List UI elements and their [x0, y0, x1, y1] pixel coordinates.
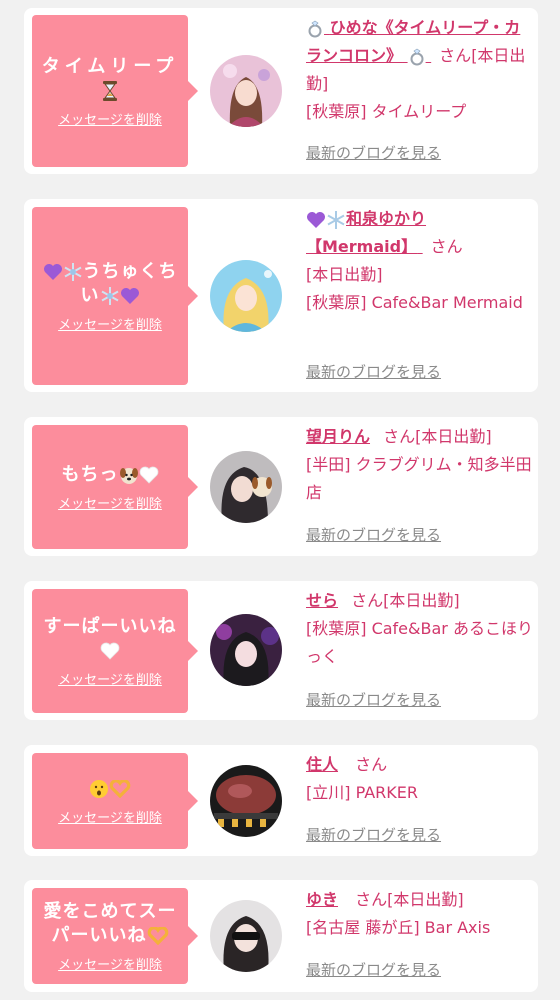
cast-info: 和泉ゆかり【Mermaid】 さん [本日出勤] [秋葉原] Cafe&Bar … — [306, 205, 534, 317]
hushed-face-icon — [90, 779, 108, 798]
purple-heart-icon — [120, 287, 139, 304]
ring-icon — [410, 48, 424, 65]
heart-hands-icon — [147, 926, 168, 945]
message-box: すーぱーいいね メッセージを削除 — [32, 589, 198, 713]
message-text: うちゅくちい — [38, 260, 182, 308]
avatar[interactable] — [210, 260, 282, 332]
white-heart-icon — [100, 642, 120, 660]
favorites-list: タイムリープ メッセージを削除 ひめな《タイムリープ・カランコロン》 さん[本日… — [0, 0, 560, 1000]
honorific: さん — [430, 237, 463, 256]
avatar[interactable] — [210, 614, 282, 686]
attendance-status: [本日出勤] — [387, 890, 464, 909]
avatar[interactable] — [210, 900, 282, 972]
store-label: [名古屋 藤が丘] Bar Axis — [306, 918, 491, 937]
cast-info: ひめな《タイムリープ・カランコロン》 さん[本日出勤] [秋葉原] タイムリープ — [306, 14, 534, 126]
snowflake-icon — [64, 262, 81, 281]
honorific: さん — [351, 591, 384, 610]
delete-message-link[interactable]: メッセージを削除 — [58, 807, 162, 826]
honorific: さん — [355, 890, 388, 909]
message-box: もちっ メッセージを削除 — [32, 425, 198, 549]
cast-info: せら さん[本日出勤] [秋葉原] Cafe&Bar あるこほりっく — [306, 587, 534, 671]
cast-info: 望月りん さん[本日出勤] [半田] クラブグリム・知多半田店 — [306, 423, 534, 507]
delete-message-link[interactable]: メッセージを削除 — [58, 669, 162, 688]
store-label: [秋葉原] タイムリープ — [306, 102, 467, 121]
delete-message-link[interactable]: メッセージを削除 — [58, 954, 162, 973]
store-label: [半田] クラブグリム・知多半田店 — [306, 455, 532, 502]
cast-name-link[interactable]: ゆき — [306, 890, 338, 909]
cast-name-link[interactable]: 望月りん — [306, 427, 370, 446]
store-label: [立川] PARKER — [306, 783, 418, 802]
attendance-status: [本日出勤] — [306, 265, 383, 284]
honorific: さん — [383, 427, 416, 446]
hourglass-icon — [103, 80, 117, 101]
ring-icon — [308, 20, 322, 37]
message-box: タイムリープ メッセージを削除 — [32, 15, 198, 167]
message-box: 愛をこめてスーパーいいね メッセージを削除 — [32, 888, 198, 984]
message-text: すーぱーいいね — [38, 615, 182, 663]
avatar[interactable] — [210, 765, 282, 837]
list-item: もちっ メッセージを削除 望月りん さん[本日出勤] [半田] クラブグリム・知… — [24, 417, 538, 556]
snowflake-icon — [327, 210, 345, 229]
avatar[interactable] — [210, 55, 282, 127]
message-text: タイムリープ — [42, 55, 179, 103]
white-heart-icon — [139, 466, 158, 484]
heart-hands-icon — [109, 779, 131, 798]
snowflake-icon — [101, 286, 118, 305]
delete-message-link[interactable]: メッセージを削除 — [58, 493, 162, 512]
delete-message-link[interactable]: メッセージを削除 — [58, 109, 162, 128]
latest-blog-link[interactable]: 最新のブログを見る — [306, 361, 441, 382]
purple-heart-icon — [43, 263, 62, 280]
list-item: タイムリープ メッセージを削除 ひめな《タイムリープ・カランコロン》 さん[本日… — [24, 8, 538, 174]
store-label: [秋葉原] Cafe&Bar あるこほりっく — [306, 619, 533, 666]
latest-blog-link[interactable]: 最新のブログを見る — [306, 959, 441, 980]
message-box: うちゅくちい メッセージを削除 — [32, 207, 198, 385]
message-text: もちっ — [62, 463, 159, 487]
latest-blog-link[interactable]: 最新のブログを見る — [306, 142, 441, 163]
message-text — [89, 777, 131, 801]
list-item: メッセージを削除 住人 さん [立川] PARKER 最新のブログを見る — [24, 745, 538, 856]
message-text: 愛をこめてスーパーいいね — [43, 900, 177, 946]
purple-heart-icon — [307, 211, 325, 228]
honorific: さん — [439, 46, 472, 65]
cast-info: 住人 さん [立川] PARKER — [306, 751, 534, 807]
honorific: さん — [355, 755, 388, 774]
dog-face-icon — [119, 467, 138, 484]
list-item: すーぱーいいね メッセージを削除 せら さん[本日出勤] [秋葉原] Cafe&… — [24, 581, 538, 720]
latest-blog-link[interactable]: 最新のブログを見る — [306, 689, 441, 710]
list-item: うちゅくちい メッセージを削除 和泉ゆかり【Mermaid】 さん [本日出勤]… — [24, 199, 538, 392]
cast-info: ゆき さん[本日出勤] [名古屋 藤が丘] Bar Axis — [306, 886, 534, 942]
cast-name-link[interactable]: 和泉ゆかり【Mermaid】 — [306, 209, 426, 256]
cast-name-link[interactable]: 住人 — [306, 755, 338, 774]
store-label: [秋葉原] Cafe&Bar Mermaid — [306, 293, 523, 312]
cast-name-link[interactable]: せら — [306, 591, 338, 610]
delete-message-link[interactable]: メッセージを削除 — [58, 314, 162, 333]
attendance-status: [本日出勤] — [383, 591, 460, 610]
avatar[interactable] — [210, 451, 282, 523]
latest-blog-link[interactable]: 最新のブログを見る — [306, 524, 441, 545]
list-item: 愛をこめてスーパーいいね メッセージを削除 ゆき さん[本日出勤] [名古屋 藤… — [24, 880, 538, 992]
message-box: メッセージを削除 — [32, 753, 198, 849]
latest-blog-link[interactable]: 最新のブログを見る — [306, 824, 441, 845]
attendance-status: [本日出勤] — [415, 427, 492, 446]
